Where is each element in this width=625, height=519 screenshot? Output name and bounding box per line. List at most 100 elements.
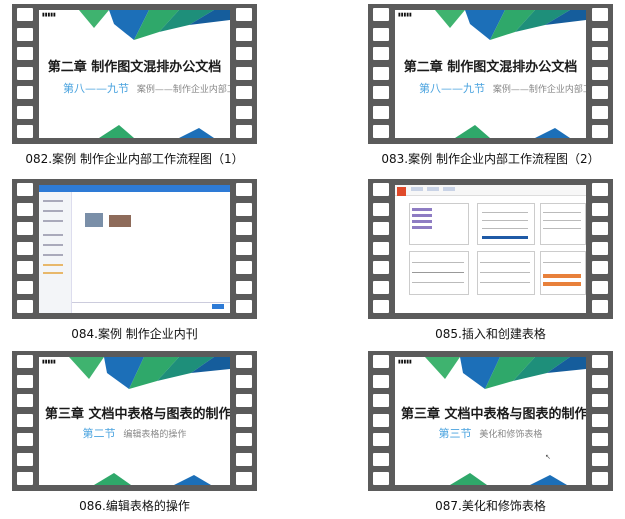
- film-perforation: [236, 394, 252, 407]
- spreadsheet-screenshot-frame: [395, 185, 586, 313]
- brand-logo: ▮▮▮▮▮: [398, 359, 412, 365]
- app-footer: [72, 302, 230, 309]
- film-perforation: [592, 202, 608, 216]
- film-perforation: [592, 105, 608, 119]
- film-perforation: [592, 452, 608, 466]
- film-perforation: [373, 183, 389, 196]
- film-perforation: [373, 280, 389, 294]
- video-thumbnail[interactable]: [368, 179, 613, 319]
- video-item-086[interactable]: ▮▮▮▮▮ 第三章 文档中表格与图表的制作和编 第二节 编辑表格的操作 086.…: [12, 351, 257, 514]
- film-perforation: [236, 261, 252, 274]
- table-preview: [477, 203, 535, 245]
- section-line: 第八——九节 案例——制作企业内部工作: [63, 80, 230, 96]
- film-perforation: [373, 452, 389, 466]
- video-thumbnail[interactable]: ▮▮▮▮▮ 第二章 制作图文混排办公文档 第八——九节 案例——制作企业内部工作: [368, 4, 613, 144]
- film-perforations-right: [236, 179, 252, 319]
- section-line: 第二节 编辑表格的操作: [39, 425, 230, 441]
- video-thumbnail[interactable]: ▮▮▮▮▮ 第三章 文档中表格与图表的制作和编 第三节 美化和修饰表格 ↖: [368, 351, 613, 491]
- video-thumbnail[interactable]: ▮▮▮▮▮ 第二章 制作图文混排办公文档 第八——九节 案例——制作企业内部工作: [12, 4, 257, 144]
- section-label: 第二节: [82, 427, 116, 440]
- video-caption[interactable]: 087.美化和修饰表格: [368, 497, 613, 514]
- film-perforations-left: [373, 179, 389, 319]
- wps-logo: [397, 187, 406, 196]
- slide-frame: ▮▮▮▮▮ 第三章 文档中表格与图表的制作和编 第三节 美化和修饰表格 ↖: [395, 357, 586, 485]
- film-perforation: [592, 125, 608, 138]
- video-caption[interactable]: 083.案例 制作企业内部工作流程图（2）: [368, 150, 613, 167]
- table-preview: [409, 203, 469, 245]
- app-open-button: [212, 304, 224, 309]
- film-perforation: [373, 47, 389, 60]
- film-perforations-left: [17, 351, 33, 491]
- video-item-082[interactable]: ▮▮▮▮▮ 第二章 制作图文混排办公文档 第八——九节 案例——制作企业内部工作…: [12, 4, 257, 167]
- film-perforation: [17, 183, 33, 196]
- film-perforation: [592, 8, 608, 21]
- slide-frame: ▮▮▮▮▮ 第二章 制作图文混排办公文档 第八——九节 案例——制作企业内部工作: [39, 10, 230, 138]
- film-perforations-left: [373, 351, 389, 491]
- video-item-087[interactable]: ▮▮▮▮▮ 第三章 文档中表格与图表的制作和编 第三节 美化和修饰表格 ↖ 08…: [368, 351, 613, 514]
- section-label: 第三节: [438, 427, 472, 440]
- film-perforation: [373, 374, 389, 388]
- film-perforation: [373, 222, 389, 235]
- film-perforation: [373, 66, 389, 80]
- film-perforation: [592, 413, 608, 427]
- film-perforation: [373, 433, 389, 446]
- film-perforation: [373, 202, 389, 216]
- video-thumbnail[interactable]: ▮▮▮▮▮ 第三章 文档中表格与图表的制作和编 第二节 编辑表格的操作: [12, 351, 257, 491]
- cursor-icon: ↖: [545, 453, 551, 461]
- film-perforation: [373, 27, 389, 41]
- app-screenshot-frame: [39, 185, 230, 313]
- film-perforation: [236, 413, 252, 427]
- film-perforation: [236, 374, 252, 388]
- film-perforation: [236, 125, 252, 138]
- video-item-084[interactable]: 084.案例 制作企业内刊: [12, 179, 257, 342]
- app-titlebar: [39, 185, 230, 192]
- film-perforation: [373, 300, 389, 313]
- brand-logo: ▮▮▮▮▮: [42, 12, 56, 18]
- film-perforation: [17, 241, 33, 255]
- chapter-title: 第二章 制作图文混排办公文档: [47, 60, 222, 75]
- video-caption[interactable]: 086.编辑表格的操作: [12, 497, 257, 514]
- image-thumbnail: [85, 213, 103, 227]
- film-perforation: [236, 183, 252, 196]
- film-perforations-left: [373, 4, 389, 144]
- film-perforation: [236, 8, 252, 21]
- video-caption[interactable]: 084.案例 制作企业内刊: [12, 325, 257, 342]
- app-content: [72, 192, 230, 313]
- spreadsheet-ribbon: [395, 185, 586, 196]
- film-perforation: [17, 86, 33, 99]
- film-perforation: [592, 241, 608, 255]
- film-perforation: [592, 433, 608, 446]
- film-perforation: [373, 125, 389, 138]
- chapter-title: 第三章 文档中表格与图表的制作和编: [401, 407, 586, 422]
- section-line: 第八——九节 案例——制作企业内部工作: [419, 80, 586, 96]
- film-perforation: [17, 452, 33, 466]
- film-perforation: [17, 394, 33, 407]
- brand-logo: ▮▮▮▮▮: [398, 12, 412, 18]
- video-caption[interactable]: 082.案例 制作企业内部工作流程图（1）: [12, 150, 257, 167]
- film-perforation: [373, 413, 389, 427]
- film-perforation: [17, 472, 33, 485]
- film-perforation: [236, 86, 252, 99]
- film-perforation: [373, 86, 389, 99]
- section-description: 美化和修饰表格: [479, 430, 543, 440]
- film-perforation: [592, 183, 608, 196]
- section-description: 案例——制作企业内部工作: [136, 85, 230, 95]
- film-perforations-right: [236, 351, 252, 491]
- section-description: 编辑表格的操作: [123, 430, 187, 440]
- film-perforation: [592, 47, 608, 60]
- film-perforation: [17, 300, 33, 313]
- video-caption[interactable]: 085.插入和创建表格: [368, 325, 613, 342]
- chapter-title: 第三章 文档中表格与图表的制作和编: [45, 407, 230, 422]
- video-item-085[interactable]: 085.插入和创建表格: [368, 179, 613, 342]
- video-thumbnail[interactable]: [12, 179, 257, 319]
- film-perforation: [236, 355, 252, 368]
- film-perforation: [17, 222, 33, 235]
- film-perforation: [236, 66, 252, 80]
- film-perforation: [17, 261, 33, 274]
- table-preview: [540, 251, 586, 295]
- film-perforation: [236, 433, 252, 446]
- table-preview: [477, 251, 535, 295]
- video-item-083[interactable]: ▮▮▮▮▮ 第二章 制作图文混排办公文档 第八——九节 案例——制作企业内部工作…: [368, 4, 613, 167]
- section-label: 第八——九节: [63, 82, 129, 95]
- film-perforation: [373, 105, 389, 119]
